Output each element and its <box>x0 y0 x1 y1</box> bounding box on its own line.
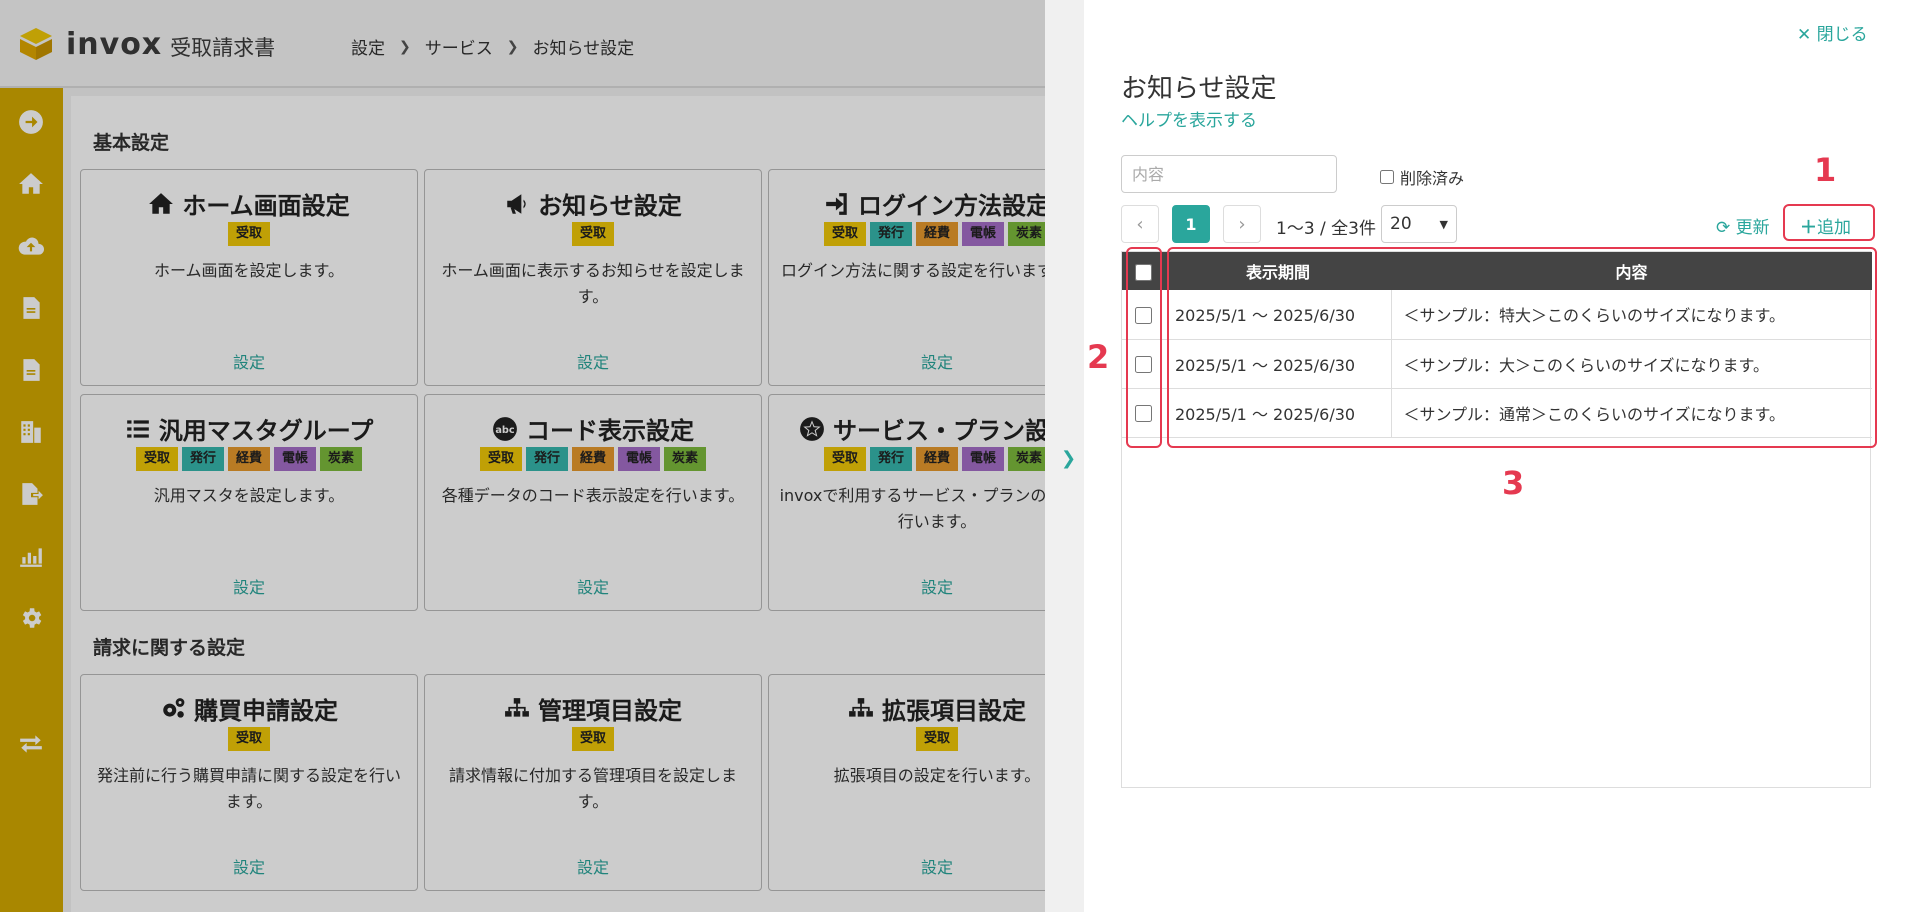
refresh-icon: ⟳ <box>1716 218 1731 238</box>
help-link[interactable]: ヘルプを表示する <box>1121 106 1257 131</box>
annotation-number: 1 <box>1814 151 1837 189</box>
panel-gutter: ❯ <box>1045 0 1084 912</box>
annotation-number: 3 <box>1502 464 1525 502</box>
chevron-right-icon: › <box>1238 213 1246 235</box>
next-page-button[interactable]: › <box>1223 205 1261 243</box>
notice-settings-panel: ✕ 閉じる お知らせ設定 ヘルプを表示する 削除済み ‹ 1 › 1〜3 / 全… <box>1084 0 1920 912</box>
caret-down-icon: ▼ <box>1439 217 1448 231</box>
close-button[interactable]: ✕ 閉じる <box>1797 20 1868 45</box>
highlight-box-rows <box>1167 247 1877 448</box>
deleted-checkbox[interactable] <box>1380 170 1394 184</box>
annotation-number: 2 <box>1087 338 1110 376</box>
close-icon: ✕ <box>1797 25 1812 45</box>
modal-backdrop[interactable] <box>0 0 1045 912</box>
content-search-input[interactable] <box>1121 155 1337 193</box>
panel-title: お知らせ設定 <box>1121 74 1277 104</box>
page-size-select[interactable]: 20 ▼ <box>1381 205 1457 243</box>
deleted-filter[interactable]: 削除済み <box>1380 165 1464 189</box>
refresh-button[interactable]: ⟳ 更新 <box>1716 213 1770 238</box>
background-app: invox 受取請求書 設定 ❯ サービス ❯ お知らせ設定 基本設定 ホーム画… <box>0 0 1045 912</box>
chevron-left-icon: ‹ <box>1136 213 1144 235</box>
page-button-current[interactable]: 1 <box>1172 205 1210 243</box>
page-size-value: 20 <box>1390 214 1412 234</box>
highlight-box-add <box>1783 204 1875 241</box>
page-info: 1〜3 / 全3件 <box>1276 219 1376 239</box>
chevron-right-icon[interactable]: ❯ <box>1061 448 1076 469</box>
highlight-box-checkboxes <box>1126 247 1162 448</box>
deleted-label: 削除済み <box>1400 169 1465 188</box>
prev-page-button[interactable]: ‹ <box>1121 205 1159 243</box>
